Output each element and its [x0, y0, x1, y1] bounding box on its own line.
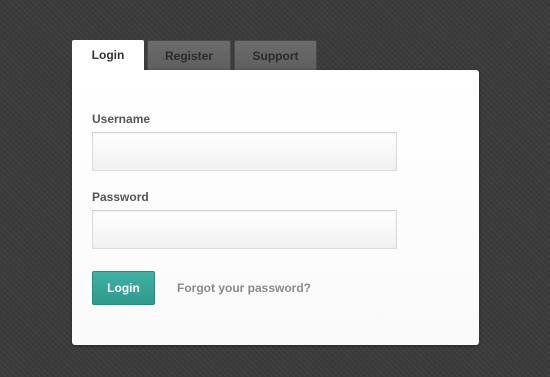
password-input[interactable]	[92, 210, 397, 249]
username-input[interactable]	[92, 132, 397, 171]
login-button[interactable]: Login	[92, 271, 155, 305]
tab-support[interactable]: Support	[234, 40, 317, 70]
username-label: Username	[92, 112, 151, 126]
login-panel: Username Password Login Forgot your pass…	[72, 70, 479, 345]
tab-register[interactable]: Register	[147, 40, 231, 70]
tab-login[interactable]: Login	[72, 40, 144, 71]
password-label: Password	[92, 190, 149, 204]
forgot-password-link[interactable]: Forgot your password?	[177, 281, 311, 295]
